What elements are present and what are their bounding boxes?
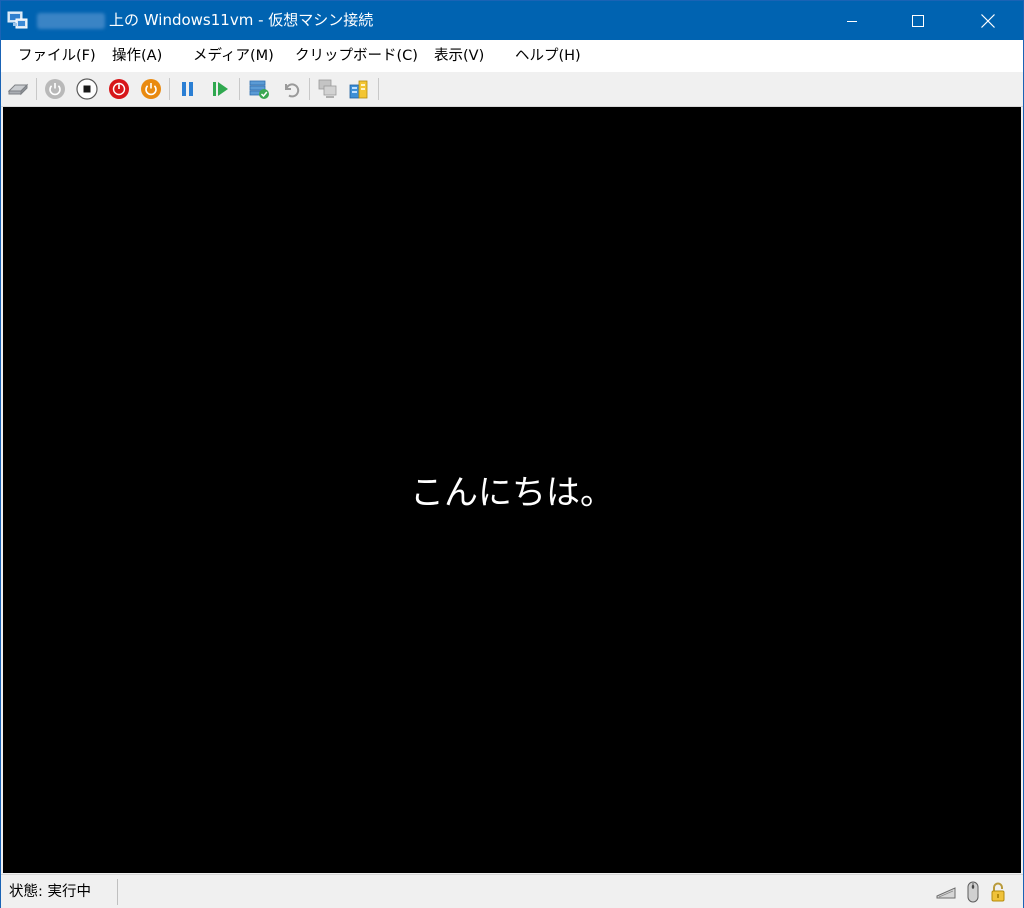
vm-connect-app-icon <box>7 10 29 30</box>
start-button[interactable] <box>43 77 67 101</box>
start-icon <box>45 79 65 99</box>
vm-display[interactable]: こんにちは。 <box>3 107 1021 873</box>
maximize-icon <box>912 14 924 27</box>
turn-off-icon <box>76 78 98 100</box>
redacted-host-name <box>37 13 105 29</box>
resume-button[interactable] <box>208 77 232 101</box>
save-icon <box>141 79 161 99</box>
menu-action[interactable]: 操作(A) <box>112 47 162 66</box>
menu-help[interactable]: ヘルプ(H) <box>515 47 581 66</box>
menu-file[interactable]: ファイル(F) <box>18 47 96 66</box>
enhanced-session-button[interactable] <box>316 77 340 101</box>
pause-icon <box>182 82 193 96</box>
mouse-icon <box>962 881 984 903</box>
shut-down-button[interactable] <box>107 77 131 101</box>
revert-button[interactable] <box>279 77 303 101</box>
enhanced-session-icon <box>318 79 337 98</box>
ctrl-alt-del-icon <box>7 83 29 96</box>
turn-off-button[interactable] <box>75 77 99 101</box>
minimize-button[interactable] <box>829 1 875 40</box>
pause-button[interactable] <box>176 77 200 101</box>
toolbar <box>1 72 1023 107</box>
share-button[interactable] <box>347 77 371 101</box>
status-bar: 状態: 実行中 <box>1 874 1023 908</box>
lock-icon <box>987 881 1009 903</box>
toolbar-separator <box>169 78 170 100</box>
menu-view[interactable]: 表示(V) <box>434 47 484 66</box>
toolbar-separator <box>378 78 379 100</box>
revert-icon <box>285 83 300 98</box>
share-icon <box>349 80 368 99</box>
ctrl-alt-del-button[interactable] <box>6 77 30 101</box>
menu-media[interactable]: メディア(M) <box>193 47 274 66</box>
toolbar-separator <box>239 78 240 100</box>
close-button[interactable] <box>965 1 1011 40</box>
shut-down-icon <box>109 79 129 99</box>
window-title: 上の Windows11vm - 仮想マシン接続 <box>109 11 374 29</box>
resume-icon <box>213 82 228 96</box>
title-bar[interactable]: 上の Windows11vm - 仮想マシン接続 <box>1 1 1023 40</box>
toolbar-separator <box>309 78 310 100</box>
maximize-button[interactable] <box>895 1 941 40</box>
vm-connection-window: 上の Windows11vm - 仮想マシン接続 ファイル(F) 操作(A) メ… <box>0 0 1024 908</box>
close-icon <box>981 13 995 28</box>
vm-status-text: 状態: 実行中 <box>9 884 91 900</box>
keyboard-icon <box>935 881 957 903</box>
save-button[interactable] <box>139 77 163 101</box>
checkpoint-button[interactable] <box>247 77 271 101</box>
status-separator <box>117 879 118 905</box>
vm-greeting-text: こんにちは。 <box>410 473 614 513</box>
menu-bar: ファイル(F) 操作(A) メディア(M) クリップボード(C) 表示(V) ヘ… <box>1 40 1023 72</box>
checkpoint-icon <box>249 80 269 99</box>
menu-clipboard[interactable]: クリップボード(C) <box>295 47 418 66</box>
minimize-icon <box>847 20 857 22</box>
toolbar-separator <box>36 78 37 100</box>
